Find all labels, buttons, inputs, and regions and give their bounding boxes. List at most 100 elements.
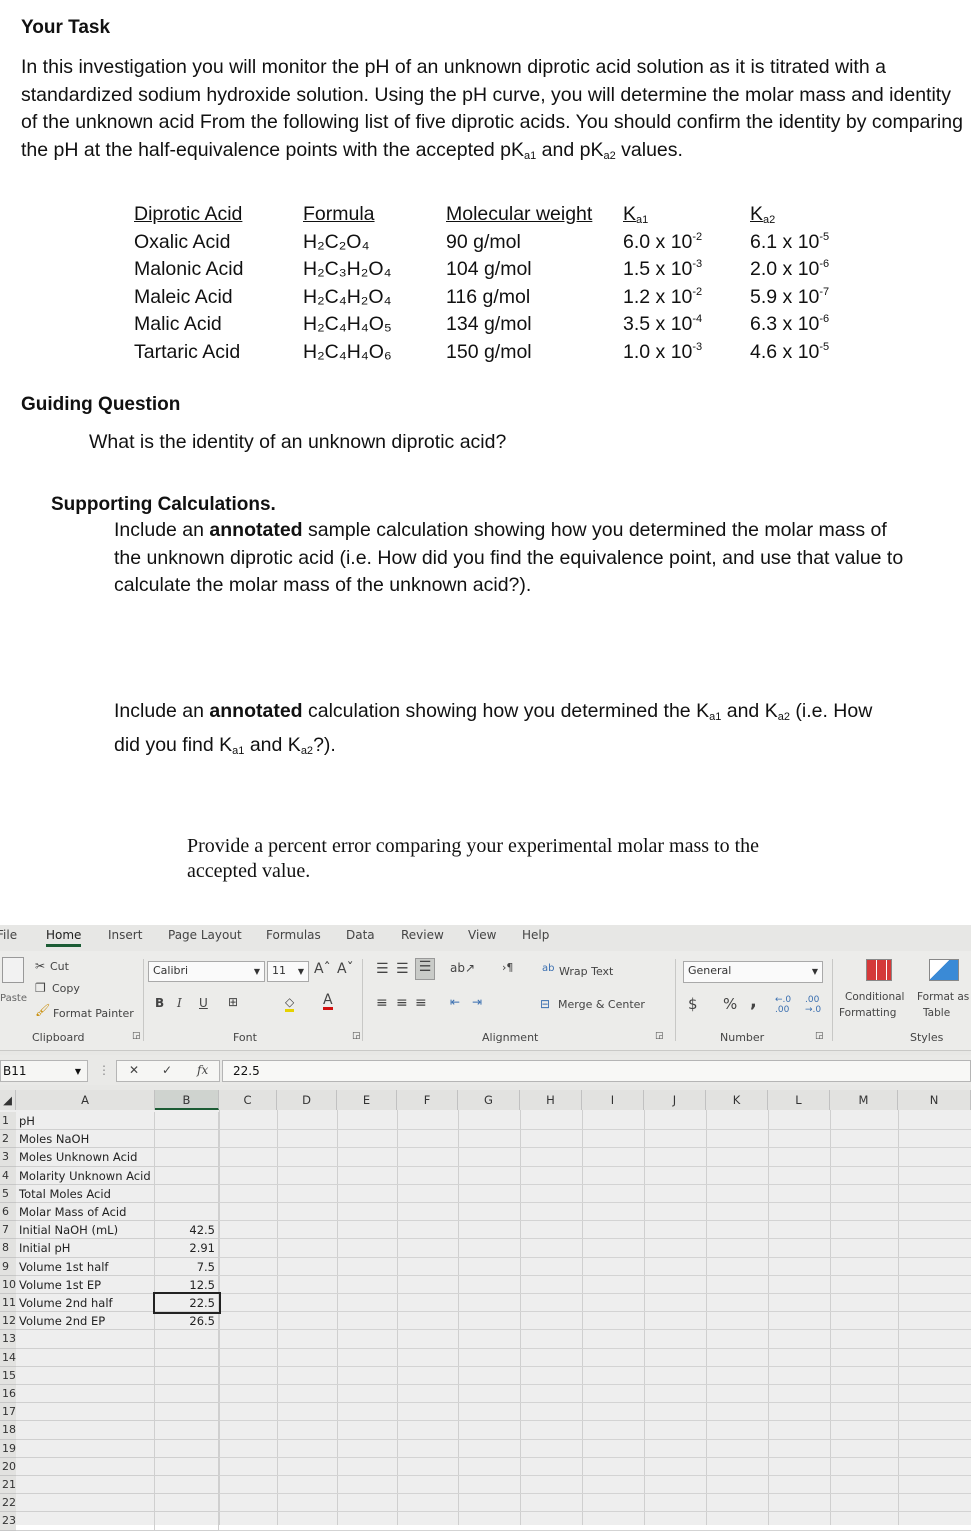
clipboard-launcher-icon[interactable]: ◲ [132, 1031, 141, 1041]
fill-color-icon[interactable]: ◇ [285, 995, 295, 1012]
conditional-formatting-button[interactable]: Conditional [845, 991, 904, 1003]
cut-button[interactable]: Cut [50, 960, 69, 973]
row-header[interactable]: 8 [0, 1239, 16, 1258]
cell-b[interactable] [155, 1348, 219, 1367]
row-header[interactable]: 1 [0, 1112, 16, 1131]
row-header[interactable]: 9 [0, 1257, 16, 1276]
align-bottom-icon[interactable]: ☰ [415, 958, 435, 980]
row-header[interactable]: 18 [0, 1421, 16, 1440]
cell-b[interactable] [155, 1457, 219, 1476]
align-left-icon[interactable]: ≡ [376, 995, 388, 1011]
cell-b[interactable]: 42.5 [155, 1221, 219, 1240]
column-header-g[interactable]: G [458, 1090, 520, 1110]
font-launcher-icon[interactable]: ◲ [352, 1031, 361, 1041]
cell-b[interactable] [155, 1166, 219, 1185]
cell-a[interactable]: Initial NaOH (mL) [16, 1221, 155, 1240]
row-header[interactable]: 23 [0, 1512, 16, 1531]
tab-data[interactable]: Data [346, 928, 375, 942]
insert-function-icon[interactable]: fx [197, 1063, 208, 1077]
row-header[interactable]: 13 [0, 1330, 16, 1349]
cell-a[interactable] [16, 1330, 155, 1349]
cell-b[interactable] [155, 1512, 219, 1531]
column-header-i[interactable]: I [582, 1090, 644, 1110]
column-header-k[interactable]: K [706, 1090, 768, 1110]
cell-a[interactable] [16, 1439, 155, 1458]
row-header[interactable]: 17 [0, 1403, 16, 1422]
align-right-icon[interactable]: ≡ [415, 995, 427, 1011]
row-header[interactable]: 4 [0, 1166, 16, 1185]
cell-b[interactable] [155, 1112, 219, 1131]
active-cell-b[interactable]: 22.5 [153, 1291, 221, 1315]
column-header-c[interactable]: C [219, 1090, 277, 1110]
column-header-j[interactable]: J [644, 1090, 706, 1110]
cell-b[interactable] [155, 1403, 219, 1422]
column-header-f[interactable]: F [397, 1090, 458, 1110]
cell-a[interactable]: pH [16, 1112, 155, 1131]
font-color-icon[interactable]: A [323, 993, 333, 1010]
formula-input[interactable]: 22.5 [222, 1060, 971, 1082]
tab-home[interactable]: Home [46, 928, 82, 947]
cell-a[interactable]: Initial pH [16, 1239, 155, 1258]
cell-b[interactable] [155, 1439, 219, 1458]
name-box[interactable]: B11 ▼ [0, 1060, 88, 1082]
cell-a[interactable] [16, 1421, 155, 1440]
row-header[interactable]: 10 [0, 1275, 16, 1294]
cell-a[interactable] [16, 1385, 155, 1404]
spreadsheet-grid[interactable]: ◢ A B C D E F G H I J K L M N 1 pH 2 Moles NaOH 3 Moles Unk… [0, 1090, 971, 1531]
cell-b[interactable]: 26.5 [155, 1312, 219, 1331]
cell-a[interactable] [16, 1348, 155, 1367]
decrease-font-icon[interactable]: Aˇ [337, 961, 354, 977]
row-header[interactable]: 15 [0, 1366, 16, 1385]
decrease-indent-icon[interactable]: ⇤ [450, 995, 460, 1009]
increase-font-icon[interactable]: Aˆ [314, 961, 331, 977]
cell-b[interactable] [155, 1130, 219, 1149]
increase-decimal-icon[interactable]: ←.0.00 [775, 995, 791, 1015]
cancel-icon[interactable]: ✕ [129, 1063, 139, 1077]
cell-b[interactable] [155, 1330, 219, 1349]
paste-button[interactable]: Paste [0, 993, 27, 1004]
cell-a[interactable]: Volume 1st EP [16, 1275, 155, 1294]
tab-review[interactable]: Review [401, 928, 444, 942]
align-middle-icon[interactable]: ☰ [396, 961, 409, 977]
underline-button[interactable]: U [199, 996, 208, 1010]
merge-center-button[interactable]: Merge & Center [558, 998, 645, 1011]
tab-help[interactable]: Help [522, 928, 549, 942]
align-top-icon[interactable]: ☰ [376, 961, 389, 977]
cell-b[interactable] [155, 1476, 219, 1495]
cell-a[interactable] [16, 1403, 155, 1422]
increase-indent-icon[interactable]: ⇥ [472, 995, 482, 1009]
row-header[interactable]: 20 [0, 1457, 16, 1476]
tab-formulas[interactable]: Formulas [266, 928, 321, 942]
cell-a[interactable] [16, 1366, 155, 1385]
row-header[interactable]: 7 [0, 1221, 16, 1240]
format-painter-button[interactable]: Format Painter [53, 1007, 134, 1020]
decrease-decimal-icon[interactable]: .00 →.0 [805, 995, 821, 1015]
row-header[interactable]: 22 [0, 1494, 16, 1513]
font-size-select[interactable]: 11 ▼ [267, 961, 309, 982]
column-header-m[interactable]: M [830, 1090, 898, 1110]
tab-view[interactable]: View [468, 928, 496, 942]
row-header[interactable]: 11 [0, 1294, 16, 1313]
row-header[interactable]: 2 [0, 1130, 16, 1149]
column-header-e[interactable]: E [337, 1090, 397, 1110]
number-launcher-icon[interactable]: ◲ [815, 1031, 824, 1041]
row-header[interactable]: 14 [0, 1348, 16, 1367]
comma-button[interactable]: , [750, 991, 757, 1012]
italic-button[interactable]: I [177, 996, 182, 1010]
cell-a[interactable] [16, 1512, 155, 1531]
cell-b[interactable] [155, 1148, 219, 1167]
cell-b[interactable]: 7.5 [155, 1257, 219, 1276]
cell-b[interactable] [155, 1421, 219, 1440]
row-header[interactable]: 21 [0, 1476, 16, 1495]
currency-button[interactable]: $ [688, 995, 698, 1013]
enter-icon[interactable]: ✓ [162, 1063, 172, 1077]
column-header-h[interactable]: H [520, 1090, 582, 1110]
cell-a[interactable]: Volume 2nd half [16, 1294, 155, 1313]
percent-button[interactable]: % [723, 995, 737, 1013]
tab-file[interactable]: File [0, 928, 17, 942]
row-header[interactable]: 5 [0, 1184, 16, 1203]
cell-b[interactable]: 2.91 [155, 1239, 219, 1258]
cell-a[interactable]: Volume 2nd EP [16, 1312, 155, 1331]
cell-b[interactable]: 12.5 [155, 1275, 219, 1294]
column-header-a[interactable]: A [16, 1090, 155, 1110]
